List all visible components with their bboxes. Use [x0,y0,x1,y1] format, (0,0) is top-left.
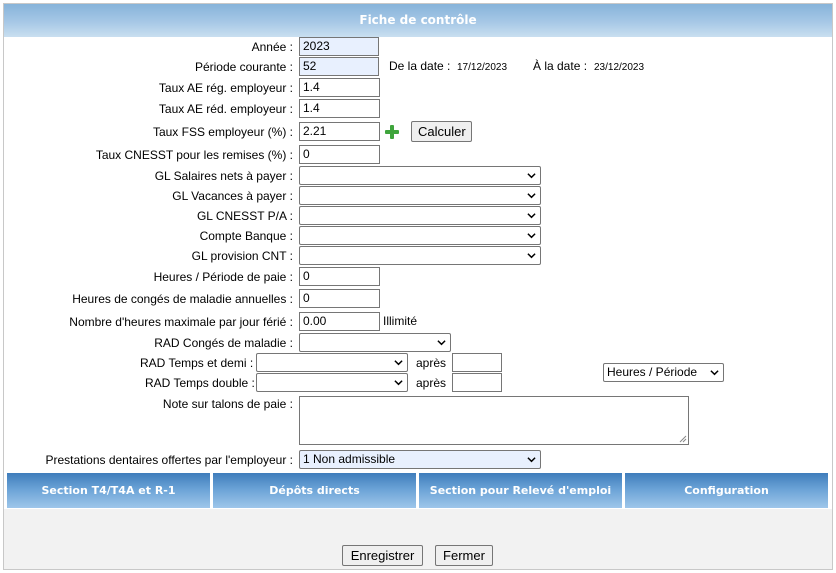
heures-unit-value: Heures / Période [607,365,698,379]
gl-salaires-select[interactable] [299,166,541,185]
gl-provision-label: GL provision CNT : [191,249,293,263]
note-label: Note sur talons de paie : [162,397,293,411]
annee-input[interactable]: 2023 [299,37,379,56]
rad-conges-select[interactable] [299,333,451,352]
annee-label: Année : [251,40,293,54]
de-la-date-value: 17/12/2023 [457,62,508,73]
taux-ae-reg-input[interactable]: 1.4 [299,78,380,97]
gl-salaires-label: GL Salaires nets à payer : [154,169,293,183]
heures-conges-label: Heures de congés de maladie annuelles : [72,292,293,306]
gl-vacances-select[interactable] [299,186,541,205]
note-textarea[interactable] [299,396,689,445]
chevron-down-icon [527,253,536,259]
chevron-down-icon [710,370,719,376]
chevron-down-icon [394,380,403,386]
rad-temps-double-select[interactable] [256,373,408,392]
chevron-down-icon [527,213,536,219]
apres-double-input[interactable] [452,373,502,392]
page-title: Fiche de contrôle [4,4,832,37]
tab-t4-t4a[interactable]: Section T4/T4A et R-1 [6,472,212,509]
prestations-label: Prestations dentaires offertes par l'emp… [45,453,293,467]
add-icon[interactable] [384,124,400,140]
prestations-value: 1 Non admissible [303,452,396,466]
apres-label-demi: après [416,356,447,370]
rad-temps-demi-select[interactable] [256,353,408,372]
chevron-down-icon [527,193,536,199]
section-tabs: Section T4/T4A et R-1 Dépôts directs Sec… [6,472,830,509]
compte-banque-select[interactable] [299,226,541,245]
illimite-label: Illimité [383,314,418,328]
periode-input[interactable]: 52 [299,57,379,76]
prestations-select[interactable]: 1 Non admissible [299,450,541,469]
gl-cnesst-label: GL CNESST P/A : [196,209,293,223]
chevron-down-icon [527,457,536,463]
taux-ae-red-input[interactable]: 1.4 [299,99,380,118]
de-la-date-label: De la date : [389,59,451,73]
heures-conges-input[interactable]: 0 [299,289,380,308]
a-la-date-value: 23/12/2023 [594,62,645,73]
chevron-down-icon [527,233,536,239]
taux-fss-input[interactable]: 2.21 [299,122,380,141]
gl-vacances-label: GL Vacances à payer : [172,189,293,203]
chevron-down-icon [394,360,403,366]
tab-configuration[interactable]: Configuration [624,472,830,509]
taux-ae-red-label: Taux AE réd. employeur : [158,102,293,116]
rad-conges-label: RAD Congés de maladie : [154,336,293,350]
apres-label-double: après [416,376,447,390]
save-button[interactable]: Enregistrer [342,545,423,566]
chevron-down-icon [437,340,446,346]
calculer-button[interactable]: Calculer [411,121,472,142]
tab-releve-emploi[interactable]: Section pour Relevé d'emploi [418,472,624,509]
tab-depots-directs[interactable]: Dépôts directs [212,472,418,509]
taux-fss-label: Taux FSS employeur (%) : [152,125,293,139]
taux-cnesst-label: Taux CNESST pour les remises (%) : [95,148,293,162]
taux-cnesst-input[interactable]: 0 [299,145,380,164]
close-button[interactable]: Fermer [435,545,493,566]
heures-max-label: Nombre d'heures maximale par jour férié … [69,315,293,329]
taux-ae-reg-label: Taux AE rég. employeur : [158,81,293,95]
resize-grip-icon[interactable] [679,435,687,443]
rad-temps-demi-label: RAD Temps et demi : [140,356,254,370]
heures-periode-label: Heures / Période de paie : [153,270,293,284]
gl-cnesst-select[interactable] [299,206,541,225]
apres-demi-input[interactable] [452,353,502,372]
gl-provision-select[interactable] [299,246,541,265]
heures-max-input[interactable]: 0.00 [299,312,380,331]
a-la-date-label: À la date : [533,59,588,73]
rad-temps-double-label: RAD Temps double : [145,376,255,390]
heures-unit-select[interactable]: Heures / Période [603,363,724,382]
chevron-down-icon [527,173,536,179]
compte-banque-label: Compte Banque : [199,229,293,243]
periode-label: Période courante : [194,60,293,74]
heures-periode-input[interactable]: 0 [299,267,380,286]
